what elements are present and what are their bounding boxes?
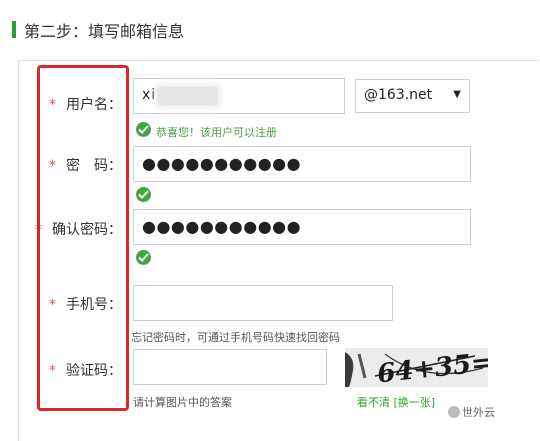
phone-hint: 忘记密码时，可通过手机号码快速找回密码 (131, 331, 340, 344)
watermark-logo-icon (448, 406, 460, 418)
watermark: 世外云 (448, 404, 495, 420)
domain-value: @163.net (364, 87, 433, 103)
confirm-password-input[interactable]: ●●●●●●●●●●● (133, 209, 471, 245)
refresh-captcha-link[interactable]: 看不清 [换一张] (357, 394, 435, 410)
username-value: xi (142, 87, 157, 103)
captcha-input[interactable] (133, 349, 327, 385)
password-input[interactable]: ●●●●●●●●●●● (133, 146, 471, 182)
captcha-image[interactable]: 64+35=? (345, 348, 488, 387)
captcha-hint: 请计算图片中的答案 (133, 396, 232, 409)
chevron-down-icon: ▼ (453, 89, 461, 100)
red-highlight-box (37, 65, 129, 411)
page-title: 第二步：填写邮箱信息 (24, 22, 185, 41)
check-circle-icon (136, 250, 151, 265)
username-success-text: 恭喜您！该用户可以注册 (156, 126, 277, 139)
accent-bar (12, 21, 16, 38)
check-circle-icon (136, 187, 151, 202)
phone-input[interactable] (133, 285, 393, 321)
password-value: ●●●●●●●●●●● (142, 154, 302, 173)
confirm-password-value: ●●●●●●●●●●● (142, 217, 302, 236)
username-input[interactable]: xi (133, 78, 345, 114)
check-circle-icon (136, 122, 151, 137)
redacted-blur (158, 87, 218, 105)
domain-select[interactable]: @163.net ▼ (355, 79, 470, 113)
